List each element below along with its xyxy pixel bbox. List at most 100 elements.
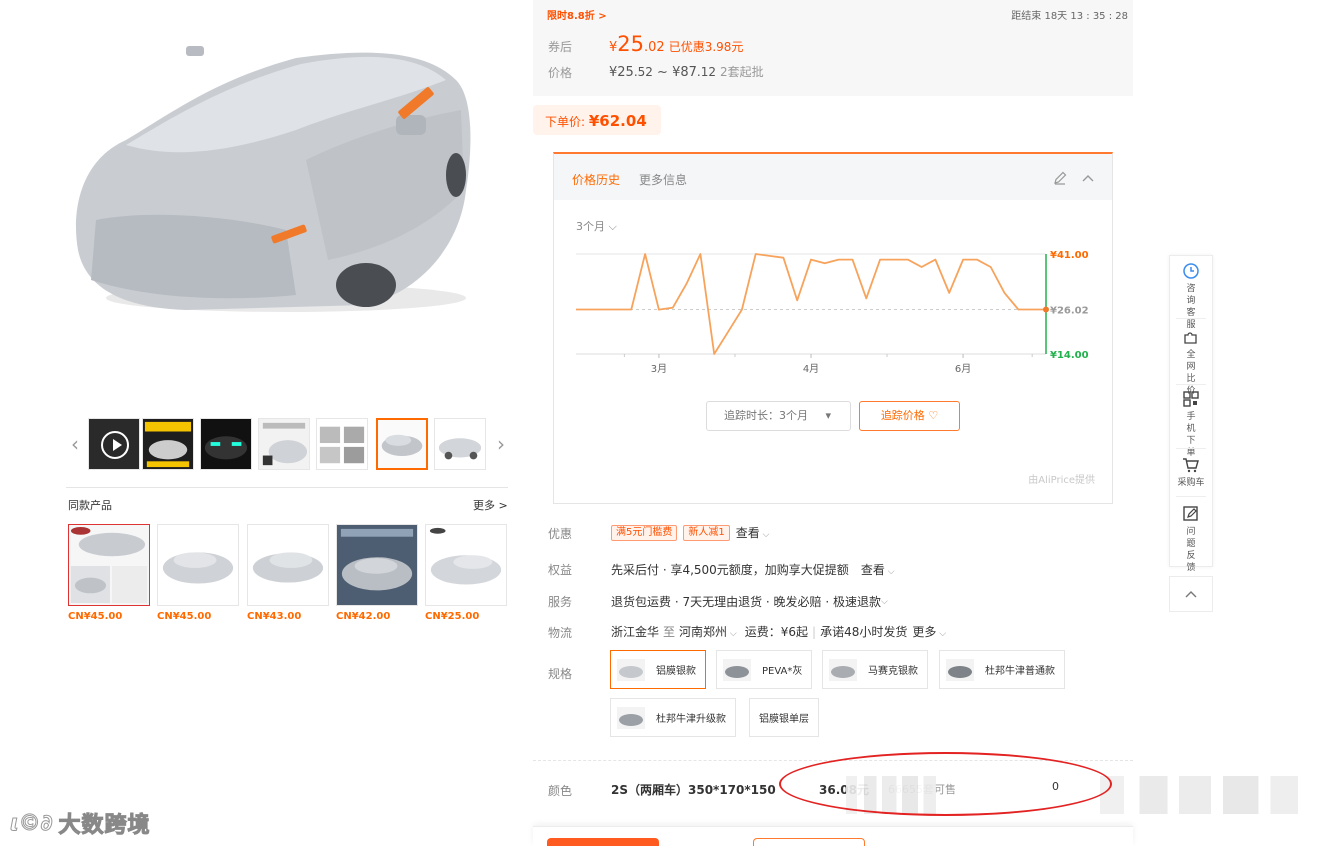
thumbnail-video[interactable] (88, 418, 140, 470)
tab-price-history[interactable]: 价格历史 (572, 171, 620, 188)
spec-option[interactable]: 杜邦牛津升级款 (610, 698, 736, 737)
qr-code-icon (1183, 391, 1199, 407)
same-product-price: CN¥45.00 (68, 611, 123, 622)
promo-more-link[interactable]: 查看 ⌵ (736, 524, 770, 541)
spec-option[interactable]: 马赛克银款 (822, 650, 928, 689)
period-select[interactable]: 3个月 ⌵ (576, 218, 617, 234)
watermark: ι©∂ 大数跨境 (10, 806, 151, 840)
chevron-down-icon: ⌵ (884, 567, 895, 577)
thumbnail[interactable] (200, 418, 252, 470)
watermark-text: 大数跨境 (58, 813, 151, 839)
spec-option-label: 铝膜银单层 (759, 714, 809, 725)
track-price-button[interactable]: 追踪价格 ♡ (859, 401, 960, 431)
divider (1176, 496, 1206, 497)
promo-row: 满5元门槛费 新人减1 查看 ⌵ (611, 524, 769, 541)
service-row[interactable]: 退货包运费 · 7天无理由退货 · 晚发必赔 · 极速退款 ⌵ (611, 593, 888, 610)
caret-down-icon: ▾ (825, 409, 832, 422)
same-product-card[interactable] (425, 524, 507, 606)
logistics-label: 物流 (548, 626, 573, 640)
range-max-dec: .12 (696, 65, 717, 79)
same-product-card[interactable] (336, 524, 418, 606)
range-max-int: ¥87 (672, 65, 697, 80)
float-toolbar: 咨询客服 全网比价 手机下单 采购车 问题反馈 (1169, 255, 1213, 573)
cart-icon (1183, 458, 1199, 473)
same-product-price: CN¥45.00 (157, 611, 212, 622)
service-text: 退货包运费 · 7天无理由退货 · 晚发必赔 · 极速退款 (611, 595, 881, 609)
spec-option[interactable]: 杜邦牛津普通款 (939, 650, 1065, 689)
price-range: ¥25.52 ~ ¥87.12 2套起批 (609, 63, 764, 80)
chevron-down-icon: ⌵ (880, 596, 888, 607)
spec-option[interactable]: PEVA*灰 (716, 650, 813, 689)
back-to-top-button[interactable] (1169, 576, 1213, 612)
range-min-int: ¥25 (609, 65, 634, 80)
thumbnail[interactable] (142, 418, 194, 470)
logistics-more-link[interactable]: 更多 ⌵ (912, 623, 946, 640)
saved-amount: 已优惠3.98元 (668, 40, 744, 54)
promo-tag[interactable]: 满5元门槛费 (611, 524, 678, 541)
same-product-card[interactable] (68, 524, 150, 606)
promo-label: 优惠 (548, 527, 573, 541)
tab-more-info[interactable]: 更多信息 (639, 171, 687, 188)
thumbnail[interactable] (258, 418, 310, 470)
current-price-point (1043, 306, 1049, 313)
chevron-down-icon: ⌵ (727, 629, 737, 639)
x-tick-label: 6月 (955, 363, 971, 375)
chevron-up-icon (1185, 591, 1197, 598)
data-source-note: 由AliPrice提供 (1028, 475, 1095, 486)
add-to-cart-button[interactable] (753, 838, 865, 846)
chevron-up-icon[interactable] (1080, 170, 1096, 186)
y-label-min: ¥14.00 (1050, 350, 1089, 361)
highlight-annotation (779, 752, 1112, 816)
thumbnail[interactable] (434, 418, 486, 470)
order-price-value: ¥62.04 (588, 112, 647, 130)
feedback-button[interactable]: 问题反馈 (1170, 505, 1212, 574)
range-sep: ~ (652, 65, 673, 80)
spec-thumb-icon (723, 658, 751, 681)
shipping-fee: 运费：¥6起 (744, 625, 809, 639)
track-duration-value: 追踪时长：3个月 (724, 409, 808, 422)
logistics-row: 浙江金华 至 河南郑州 ⌵ 运费：¥6起 | 承诺48小时发货 更多 ⌵ (611, 623, 946, 640)
flash-sale-link[interactable]: 限时8.8折 > (547, 7, 607, 22)
spec-option[interactable]: 铝膜银单层 (749, 698, 819, 737)
color-label: 颜色 (548, 784, 573, 798)
thumbnail-selected[interactable] (376, 418, 428, 470)
spec-option-label: 铝膜银款 (656, 666, 696, 677)
track-duration-select[interactable]: 追踪时长：3个月 ▾ (706, 401, 851, 431)
buy-now-button[interactable] (547, 838, 659, 846)
chevron-down-icon: ⌵ (936, 629, 947, 639)
min-order-qty: 2套起批 (720, 65, 764, 79)
thumb-prev-icon[interactable]: ‹ (68, 430, 82, 458)
purchase-cart-button[interactable]: 采购车 (1170, 456, 1212, 489)
spec-thumb-icon (946, 658, 974, 681)
blurred-overlay (1100, 776, 1298, 814)
order-price-badge: 下单价: ¥62.04 (533, 105, 661, 135)
rights-more-link[interactable]: 查看 ⌵ (861, 561, 895, 578)
edit-icon[interactable] (1052, 170, 1068, 186)
coupon-price-dec: .02 (644, 40, 665, 55)
same-product-card[interactable] (247, 524, 329, 606)
spec-option-label: PEVA*灰 (762, 666, 803, 677)
ship-to-select[interactable]: 河南郑州 ⌵ (679, 623, 737, 640)
consult-service-button[interactable]: 咨询客服 (1170, 262, 1212, 331)
spec-thumb-icon (617, 706, 645, 729)
thumbnail[interactable] (316, 418, 368, 470)
promo-tag[interactable]: 新人减1 (683, 524, 730, 541)
price-history-header: 价格历史 更多信息 (554, 154, 1112, 200)
range-min-dec: .52 (633, 65, 653, 79)
consult-service-label: 咨询客服 (1186, 284, 1196, 330)
countdown-timer: 距结束 18天 13 : 35 : 28 (1011, 11, 1128, 22)
same-product-price: CN¥25.00 (425, 611, 480, 622)
thumbnail-strip: ‹ › (66, 416, 510, 472)
play-icon (101, 431, 129, 459)
main-product-image (66, 40, 476, 330)
same-products-title: 同款产品 (68, 499, 112, 512)
clock-icon (1183, 263, 1199, 279)
thumb-next-icon[interactable]: › (494, 430, 508, 458)
same-product-card[interactable] (157, 524, 239, 606)
purchase-cart-label: 采购车 (1177, 478, 1205, 488)
price-compare-button[interactable]: 全网比价 (1170, 328, 1212, 397)
rights-label: 权益 (548, 563, 573, 577)
same-products-more-link[interactable]: 更多 > (473, 497, 508, 513)
same-product-price: CN¥43.00 (247, 611, 302, 622)
spec-option[interactable]: 铝膜银款 (610, 650, 706, 689)
